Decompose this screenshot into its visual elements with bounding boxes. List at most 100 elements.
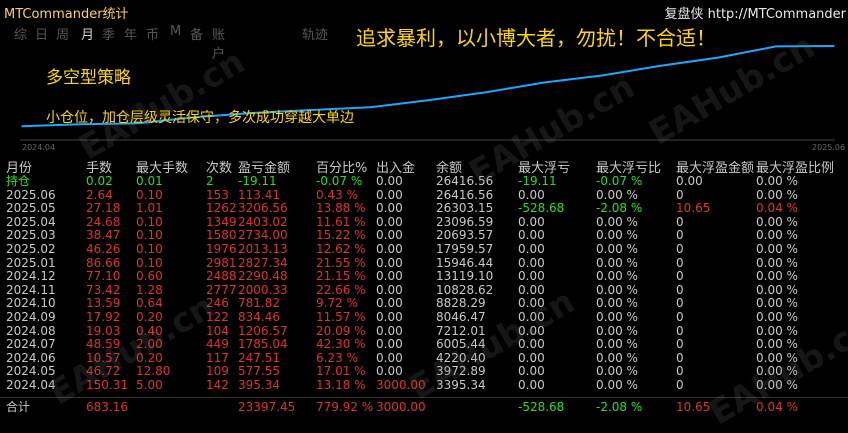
table-row[interactable]: 2024.04 150.31 5.00 142 395.34 13.18 % 3000.00… bbox=[0, 378, 848, 393]
tab-6[interactable]: 币 bbox=[146, 24, 159, 43]
table-cell: 13.59 bbox=[86, 296, 121, 311]
column-header[interactable]: 余额 bbox=[436, 157, 462, 176]
table-cell: 0 bbox=[676, 323, 684, 338]
table-cell: 1580 bbox=[206, 228, 237, 243]
table-cell: 2024.06 bbox=[6, 350, 56, 365]
table-cell: 20693.57 bbox=[436, 228, 494, 243]
table-cell: 0.00 bbox=[376, 310, 403, 324]
column-header[interactable]: 最大浮盈金额 bbox=[676, 157, 754, 176]
table-cell: 0.00 bbox=[376, 350, 403, 365]
column-header[interactable]: 次数 bbox=[206, 157, 232, 176]
table-cell: 5.00 bbox=[136, 378, 163, 392]
table-cell: 15.22 % bbox=[316, 228, 366, 243]
table-cell: 117 bbox=[206, 350, 229, 365]
table-cell: 2734.00 bbox=[238, 228, 288, 243]
table-cell: 3000.00 bbox=[376, 400, 426, 414]
table-cell: -528.68 bbox=[518, 400, 565, 414]
tab-7[interactable]: M bbox=[170, 24, 181, 39]
table-cell: 26416.56 bbox=[436, 174, 494, 188]
tab-5[interactable]: 年 bbox=[124, 24, 137, 43]
table-cell: 0.00 % bbox=[596, 255, 638, 270]
table-cell: 0.00 % bbox=[596, 282, 638, 297]
column-header[interactable]: 最大浮亏 bbox=[518, 157, 570, 176]
table-cell: 77.10 bbox=[86, 269, 121, 284]
table-cell: 21.55 % bbox=[316, 255, 366, 270]
table-cell: 0.00 % bbox=[756, 337, 798, 352]
table-cell: 2024.10 bbox=[6, 296, 56, 311]
table-cell: 0.00 % bbox=[596, 214, 638, 229]
total-row[interactable]: 合计 683.16 23397.45 779.92 % 3000.00 -528.68 -2… bbox=[0, 400, 848, 415]
table-cell: 0.00 bbox=[518, 242, 545, 256]
tab-8[interactable]: 备 bbox=[190, 24, 203, 43]
table-cell: 109 bbox=[206, 364, 229, 379]
table-cell: 0.10 bbox=[136, 228, 163, 243]
column-header[interactable]: 最大手数 bbox=[136, 157, 188, 176]
table-cell: 0.00 bbox=[376, 174, 403, 188]
table-cell: 46.26 bbox=[86, 242, 121, 256]
table-cell: 0.00 bbox=[518, 255, 545, 270]
table-cell: 0.43 % bbox=[316, 187, 358, 202]
table-cell: 2024.07 bbox=[6, 337, 56, 352]
brand-link[interactable]: 复盘侠 http://MTCommander bbox=[664, 3, 846, 22]
table-cell: 0.00 % bbox=[596, 378, 638, 392]
equity-point bbox=[369, 106, 371, 109]
table-cell: 2025.03 bbox=[6, 228, 56, 243]
table-cell: 13.18 % bbox=[316, 378, 366, 392]
strategy-description: 小仓位，加仓层级灵活保守，多次成功穿越大单边 bbox=[46, 110, 354, 126]
table-cell: 19.03 bbox=[86, 323, 121, 338]
tab-0[interactable]: 综 bbox=[14, 24, 27, 43]
table-cell: 10.57 bbox=[86, 350, 121, 365]
table-cell: 0.00 % bbox=[596, 310, 638, 324]
table-cell: 0.00 % bbox=[596, 296, 638, 311]
tab-3[interactable]: 月 bbox=[81, 24, 94, 43]
table-cell: 0.20 bbox=[136, 310, 163, 324]
table-cell: 0.00 bbox=[518, 337, 545, 352]
table-cell: 2.00 bbox=[136, 337, 163, 352]
table-cell: 779.92 % bbox=[316, 400, 374, 414]
table-cell: 142 bbox=[206, 378, 229, 392]
table-cell: 0.00 % bbox=[756, 242, 798, 256]
column-header[interactable]: 百分比% bbox=[316, 157, 367, 176]
tab-track[interactable]: 轨迹 bbox=[302, 24, 328, 43]
column-header[interactable]: 出入金 bbox=[376, 157, 415, 176]
table-cell: 0.00 bbox=[518, 187, 545, 202]
table-cell: 10.65 bbox=[676, 201, 711, 216]
table-cell: 0.00 bbox=[518, 296, 545, 311]
table-cell: 10828.62 bbox=[436, 282, 494, 297]
table-cell: 合计 bbox=[6, 400, 31, 414]
table-cell: 0.00 bbox=[376, 255, 403, 270]
table-cell: 27.18 bbox=[86, 201, 121, 216]
equity-point bbox=[427, 99, 429, 102]
table-cell: 0.00 bbox=[376, 269, 403, 284]
tab-1[interactable]: 日 bbox=[35, 24, 48, 43]
column-header[interactable]: 最大浮亏比 bbox=[596, 157, 661, 176]
table-cell: 13.88 % bbox=[316, 201, 366, 216]
table-cell: 3972.89 bbox=[436, 364, 486, 379]
column-header[interactable]: 月份 bbox=[6, 157, 32, 176]
table-cell: 395.34 bbox=[238, 378, 280, 392]
table-cell: 113.41 bbox=[238, 187, 280, 202]
tab-4[interactable]: 季 bbox=[102, 24, 115, 43]
table-cell: 1262 bbox=[206, 201, 237, 216]
x-end-label: 2025.06 bbox=[812, 143, 846, 152]
table-cell: 48.59 bbox=[86, 337, 121, 352]
equity-point bbox=[601, 74, 603, 77]
column-header[interactable]: 盈亏金额 bbox=[238, 157, 290, 176]
column-header[interactable]: 最大浮盈比例 bbox=[756, 157, 834, 176]
table-cell: 0.00 bbox=[376, 364, 403, 379]
table-cell: 2024.09 bbox=[6, 310, 56, 324]
app-title: MTCommander统计 bbox=[4, 7, 129, 22]
table-cell: 10.65 bbox=[676, 400, 711, 414]
table-cell: 1.01 bbox=[136, 201, 163, 216]
table-cell: 0.00 % bbox=[756, 364, 798, 379]
table-cell: 153 bbox=[206, 187, 229, 202]
table-cell: 0.00 % bbox=[756, 214, 798, 229]
table-cell: 8046.47 bbox=[436, 310, 486, 324]
table-cell: 0.00 bbox=[518, 228, 545, 243]
tab-2[interactable]: 周 bbox=[56, 24, 69, 43]
column-header[interactable]: 手数 bbox=[86, 157, 112, 176]
table-cell: 0 bbox=[676, 296, 684, 311]
table-cell: 0 bbox=[676, 187, 684, 202]
table-cell: 0.00 bbox=[518, 378, 545, 392]
table-cell: 0.00 bbox=[376, 296, 403, 311]
